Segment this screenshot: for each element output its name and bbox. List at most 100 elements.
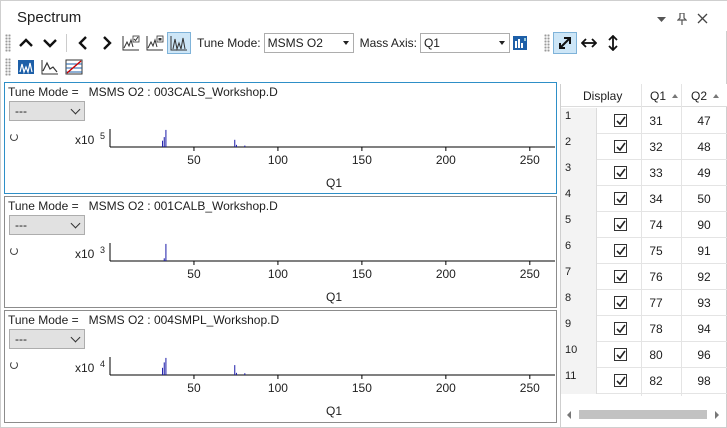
q2-cell: 98 — [697, 374, 711, 388]
column-header-display[interactable]: Display — [583, 89, 622, 103]
q1-cell: 77 — [649, 296, 663, 310]
table-row[interactable]: 7 76 92 — [561, 264, 727, 290]
toolbar-grip[interactable] — [5, 34, 11, 52]
bar-spectrum-button[interactable] — [14, 56, 38, 78]
peak-view-toggle[interactable] — [167, 32, 191, 54]
toolbar-grip[interactable] — [5, 58, 11, 76]
spectrum-check-button[interactable] — [119, 32, 143, 54]
q2-cell: 49 — [697, 166, 711, 180]
display-checkbox[interactable] — [614, 192, 627, 205]
table-row[interactable]: 11 82 98 — [561, 368, 727, 394]
spectrum-check-icon — [122, 35, 140, 51]
row-number[interactable]: 1 — [561, 108, 597, 134]
spectrum-plot[interactable]: x10 3 50 100 150 200 250 Q1 — [5, 197, 556, 307]
spectrum-pane-1[interactable]: Tune Mode = MSMS O2 : 003CALS_Workshop.D … — [4, 82, 557, 194]
dropdown-menu-icon[interactable] — [654, 13, 668, 27]
move-up-button[interactable] — [14, 32, 38, 54]
spectrum-list-icon — [65, 59, 83, 75]
x-tick-label: 150 — [352, 267, 372, 281]
display-checkbox[interactable] — [614, 270, 627, 283]
table-row[interactable]: 3 33 49 — [561, 160, 727, 186]
display-checkbox[interactable] — [614, 296, 627, 309]
row-number[interactable]: 3 — [561, 160, 597, 186]
row-number[interactable]: 6 — [561, 238, 597, 264]
row-number[interactable]: 11 — [561, 368, 597, 394]
scroll-left-icon[interactable] — [567, 411, 571, 419]
scrollbar-thumb[interactable] — [579, 410, 707, 419]
row-number[interactable]: 4 — [561, 186, 597, 212]
previous-button[interactable] — [71, 32, 95, 54]
row-number[interactable]: 8 — [561, 290, 597, 316]
table-row[interactable]: 2 32 48 — [561, 134, 727, 160]
title-bar: Spectrum — [1, 1, 727, 31]
zoom-diagonal-button[interactable] — [552, 32, 577, 54]
display-checkbox[interactable] — [614, 244, 627, 257]
x-tick-label: 250 — [520, 267, 540, 281]
pin-icon[interactable] — [675, 12, 689, 27]
row-number[interactable]: 7 — [561, 264, 597, 290]
q2-cell: 50 — [697, 192, 711, 206]
x-tick-label: 50 — [187, 153, 201, 167]
mass-axis-select[interactable]: Q1 — [419, 33, 510, 53]
row-number[interactable]: 5 — [561, 212, 597, 238]
spectrum-lock-button[interactable] — [143, 32, 167, 54]
column-header-q2-label: Q2 — [691, 89, 708, 103]
toolbar-grip[interactable] — [543, 34, 550, 52]
close-icon[interactable] — [695, 13, 709, 27]
table-row[interactable]: 8 77 93 — [561, 290, 727, 316]
mass-axis-settings-button[interactable] — [510, 32, 530, 54]
column-divider — [681, 84, 682, 396]
checkmark-icon — [616, 272, 626, 282]
horizontal-arrows-icon — [580, 38, 597, 48]
zoom-horizontal-button[interactable] — [577, 32, 601, 54]
display-checkbox[interactable] — [614, 374, 627, 387]
next-button[interactable] — [95, 32, 119, 54]
table-row[interactable]: 6 75 91 — [561, 238, 727, 264]
spectrum-window: Spectrum Tune Mode: MSMS O2 Mass Axis: Q… — [0, 0, 727, 428]
q1-cell: 74 — [649, 218, 663, 232]
horizontal-scrollbar[interactable] — [565, 406, 723, 424]
y-scale-factor: x10 — [75, 361, 95, 375]
tune-mode-select[interactable]: MSMS O2 — [263, 33, 354, 53]
table-row[interactable]: 5 74 90 — [561, 212, 727, 238]
table-row[interactable]: 1 31 47 — [561, 108, 727, 134]
x-tick-label: 100 — [268, 153, 288, 167]
checkmark-icon — [616, 168, 626, 178]
column-header-q1[interactable]: Q1 — [650, 89, 679, 103]
table-row[interactable]: 10 80 96 — [561, 342, 727, 368]
q1-cell: 80 — [649, 348, 663, 362]
zoom-vertical-button[interactable] — [601, 32, 625, 54]
q1-cell: 33 — [649, 166, 663, 180]
row-number[interactable]: 2 — [561, 134, 597, 160]
display-checkbox[interactable] — [614, 114, 627, 127]
display-checkbox[interactable] — [614, 140, 627, 153]
mass-axis-label: Mass Axis: — [359, 36, 417, 50]
spectrum-plot[interactable]: x10 4 50 100 150 200 250 Q1 — [5, 311, 556, 422]
toolbar-separator — [66, 34, 67, 52]
checkmark-icon — [616, 298, 626, 308]
display-checkbox[interactable] — [614, 322, 627, 335]
display-checkbox[interactable] — [614, 218, 627, 231]
spectrum-table-button[interactable] — [62, 56, 86, 78]
checkmark-icon — [616, 324, 626, 334]
row-number[interactable]: 9 — [561, 316, 597, 342]
spectrum-pane-2[interactable]: Tune Mode = MSMS O2 : 001CALB_Workshop.D … — [4, 196, 557, 308]
q1-cell: 34 — [649, 192, 663, 206]
y-scale-exponent: 4 — [100, 359, 105, 369]
table-row[interactable]: 9 78 94 — [561, 316, 727, 342]
scroll-right-icon[interactable] — [715, 411, 719, 419]
display-checkbox[interactable] — [614, 348, 627, 361]
column-header-q2[interactable]: Q2 — [691, 89, 720, 103]
line-spectrum-button[interactable] — [38, 56, 62, 78]
display-checkbox[interactable] — [614, 166, 627, 179]
table-row[interactable]: 4 34 50 — [561, 186, 727, 212]
move-down-button[interactable] — [38, 32, 62, 54]
q2-cell: 48 — [697, 140, 711, 154]
diagonal-arrows-icon — [558, 37, 571, 49]
chevron-down-icon — [498, 41, 505, 45]
spectrum-pane-3[interactable]: Tune Mode = MSMS O2 : 004SMPL_Workshop.D … — [4, 310, 557, 423]
row-number[interactable]: 10 — [561, 342, 597, 368]
spectrum-plot[interactable]: x10 5 50 100 150 200 250 Q1 — [5, 83, 556, 193]
chevron-down-icon — [43, 39, 57, 48]
column-header-q1-label: Q1 — [650, 89, 667, 103]
